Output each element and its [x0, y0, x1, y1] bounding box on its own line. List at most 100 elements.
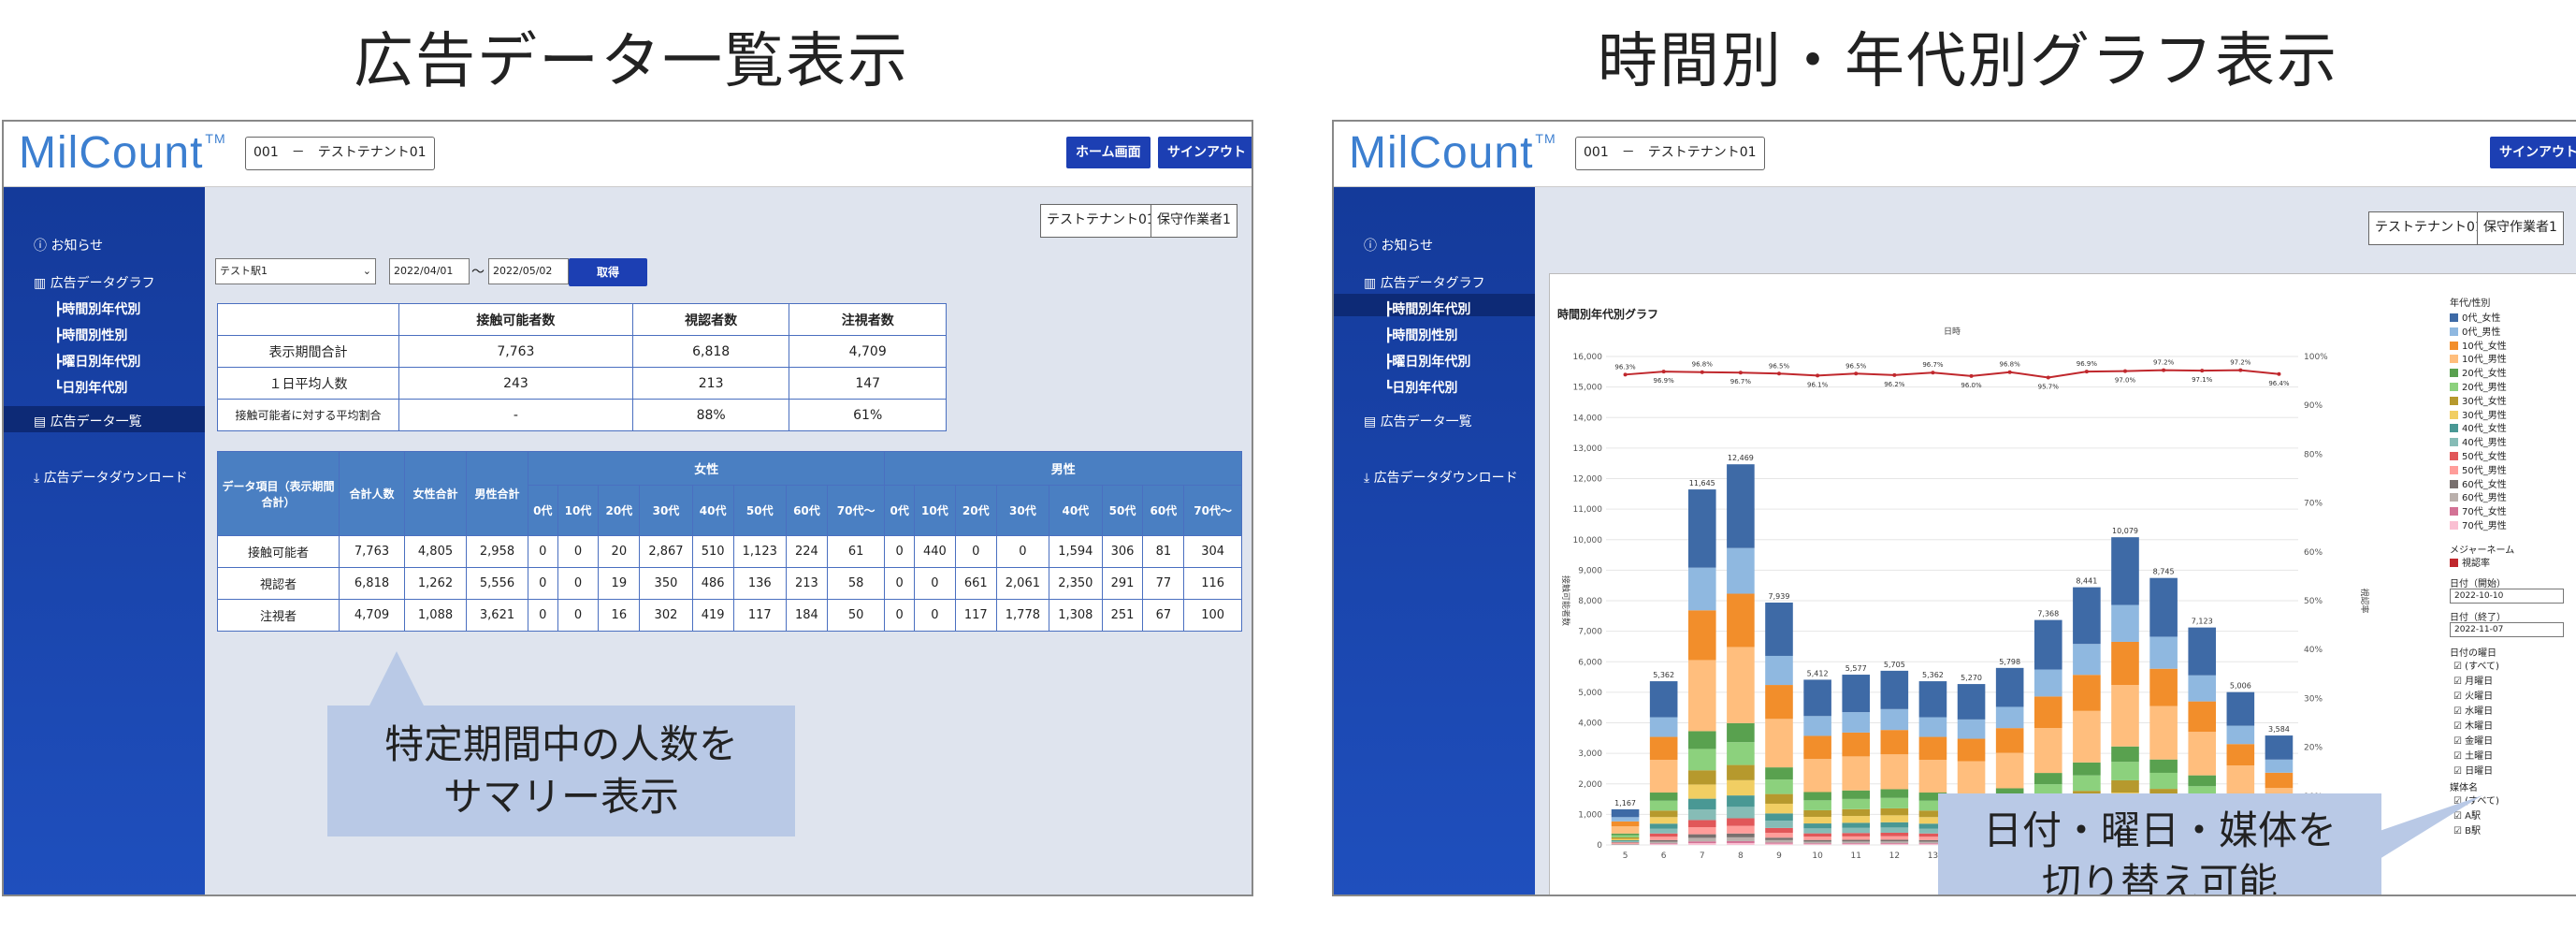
legend-item[interactable]: 20代_男性 [2450, 379, 2507, 393]
bar-segment [1687, 843, 1716, 845]
legend-label: 40代_男性 [2462, 438, 2507, 449]
y-tick-label: 6,000 [1578, 658, 1602, 667]
date-to-input[interactable]: 2022/05/02 [488, 258, 569, 284]
legend-item[interactable]: 0代_男性 [2450, 324, 2500, 338]
legend-swatch [2450, 438, 2458, 447]
bar-segment [1727, 593, 1755, 647]
sidebar-item-ad-list[interactable]: ▤ 広告データ一覧 [1364, 412, 1472, 430]
bar-segment [2111, 779, 2139, 793]
weekday-checkbox[interactable]: ☑ (すべて) [2453, 658, 2499, 672]
line-point-label: 96.0% [1961, 382, 1982, 389]
legend-swatch [2450, 493, 2458, 502]
sidebar-item-notice[interactable]: ⓘ お知らせ [34, 236, 103, 255]
legend-item[interactable]: 40代_女性 [2450, 420, 2507, 434]
home-button[interactable]: ホーム画面 [1066, 137, 1151, 168]
callout-line: 特定期間中の人数を [384, 721, 738, 767]
callout-summary: 特定期間中の人数を サマリー表示 [327, 706, 795, 836]
date-end-input[interactable]: 2022-11-07 [2450, 622, 2564, 637]
legend-item[interactable]: 50代_女性 [2450, 448, 2507, 462]
bar-segment [1727, 833, 1755, 837]
date-start-input[interactable]: 2022-10-10 [2450, 589, 2564, 604]
weekday-checkbox[interactable]: ☑ 火曜日 [2453, 688, 2493, 702]
bar-segment [1842, 833, 1871, 836]
line-point-label: 97.1% [2192, 376, 2213, 384]
table-header: 50代 [732, 485, 787, 536]
sidebar-item-weekday-age[interactable]: ┣曜日別年代別 [54, 352, 140, 371]
sidebar-item-weekday-age[interactable]: ┣曜日別年代別 [1384, 352, 1470, 371]
signout-button[interactable]: サインアウト [1158, 137, 1252, 168]
date-range-tilde: 〜 [471, 265, 485, 280]
sidebar-item-hour-age[interactable]: ┣時間別年代別 [54, 299, 140, 318]
bar-segment [1727, 795, 1755, 807]
bar-segment [1803, 839, 1831, 842]
date-from-input[interactable]: 2022/04/01 [389, 258, 470, 284]
legend-item[interactable]: 20代_女性 [2450, 365, 2507, 379]
user-button[interactable]: 保守作業者1 [2477, 211, 2564, 245]
line-point [1816, 373, 1820, 378]
y2-tick-label: 90% [2304, 401, 2323, 411]
legend-item[interactable]: 70代_女性 [2450, 503, 2507, 517]
bar-segment [1687, 660, 1716, 732]
station-select[interactable]: テスト駅1 ⌄ [215, 258, 376, 284]
sidebar-item-ad-download[interactable]: ⤓ 広告データダウンロード [1364, 468, 1518, 487]
legend-item[interactable]: 30代_女性 [2450, 393, 2507, 407]
bar-segment [1687, 834, 1716, 838]
sidebar-item-day-age[interactable]: ┗日別年代別 [1384, 378, 1457, 397]
table-cell: 88% [631, 399, 790, 431]
legend-item[interactable]: 60代_女性 [2450, 476, 2507, 490]
bar-segment [1611, 842, 1640, 844]
sidebar-item-hour-gender[interactable]: ┣時間別性別 [1384, 326, 1457, 344]
legend-item[interactable]: 70代_男性 [2450, 517, 2507, 531]
table-cell: 81 [1142, 535, 1185, 568]
bar-segment [1687, 770, 1716, 785]
table-header: 40代 [691, 485, 734, 536]
y-tick-label: 5,000 [1578, 689, 1602, 698]
tenant-selector[interactable]: 001 － テストテナント01 [245, 137, 435, 170]
callout-pointer [2380, 795, 2482, 859]
legend-item[interactable]: 30代_男性 [2450, 407, 2507, 421]
legend-item[interactable]: 10代_男性 [2450, 351, 2507, 365]
sidebar-item-ad-download[interactable]: ⤓ 広告データダウンロード [34, 468, 188, 487]
sidebar-item-ad-graph[interactable]: ▥ 広告データグラフ [34, 273, 155, 292]
y-tick-label: 11,000 [1573, 505, 1603, 515]
bar-segment [1727, 836, 1755, 841]
weekday-checkbox[interactable]: ☑ 月曜日 [2453, 673, 2493, 687]
bar-segment [1611, 838, 1640, 841]
user-button[interactable]: 保守作業者1 [1151, 204, 1237, 238]
sidebar-item-ad-list[interactable]: ▤ 広告データ一覧 [34, 412, 142, 430]
sidebar-item-notice[interactable]: ⓘ お知らせ [1364, 236, 1433, 255]
weekday-checkbox[interactable]: ☑ 水曜日 [2453, 703, 2493, 717]
legend-item[interactable]: 50代_男性 [2450, 462, 2507, 476]
bar-segment [1765, 842, 1793, 844]
fetch-button[interactable]: 取得 [569, 258, 647, 286]
legend-item[interactable]: 40代_男性 [2450, 434, 2507, 448]
bar-segment [1842, 843, 1871, 845]
bar-segment [1765, 719, 1793, 768]
callout-line: サマリー表示 [442, 774, 679, 820]
sidebar-item-hour-gender[interactable]: ┣時間別性別 [54, 326, 127, 344]
sidebar-item-day-age[interactable]: ┗日別年代別 [54, 378, 127, 397]
line-point-label: 95.7% [2038, 383, 2060, 390]
bar-segment [1727, 818, 1755, 826]
left-screen: MilCount TM 001 － テストテナント01 ホーム画面 サインアウト … [2, 120, 1253, 896]
weekday-checkbox[interactable]: ☑ 金曜日 [2453, 733, 2493, 747]
signout-button[interactable]: サインアウト [2490, 137, 2576, 168]
tenant-button[interactable]: テストテナント01 [2368, 211, 2490, 245]
legend-item[interactable]: 10代_女性 [2450, 338, 2507, 352]
bar-segment [1611, 837, 1640, 839]
tenant-selector[interactable]: 001 － テストテナント01 [1575, 137, 1765, 170]
tenant-button[interactable]: テストテナント01 [1040, 204, 1162, 238]
legend-item[interactable]: 60代_男性 [2450, 489, 2507, 503]
legend-swatch [2450, 355, 2458, 364]
table-row: 接触可能者数 視認者数 注視者数 [217, 303, 947, 336]
sidebar-item-ad-graph[interactable]: ▥ 広告データグラフ [1364, 273, 1485, 292]
bar-segment [2226, 725, 2255, 745]
legend-item[interactable]: 0代_女性 [2450, 310, 2500, 324]
weekday-checkbox[interactable]: ☑ 木曜日 [2453, 718, 2493, 732]
line-point [2084, 370, 2089, 374]
line-point [2007, 370, 2012, 374]
sidebar-item-hour-age[interactable]: ┣時間別年代別 [1384, 299, 1470, 318]
measure-title: メジャーネーム [2450, 546, 2515, 556]
weekday-checkbox[interactable]: ☑ 日曜日 [2453, 763, 2493, 777]
weekday-checkbox[interactable]: ☑ 土曜日 [2453, 748, 2493, 762]
